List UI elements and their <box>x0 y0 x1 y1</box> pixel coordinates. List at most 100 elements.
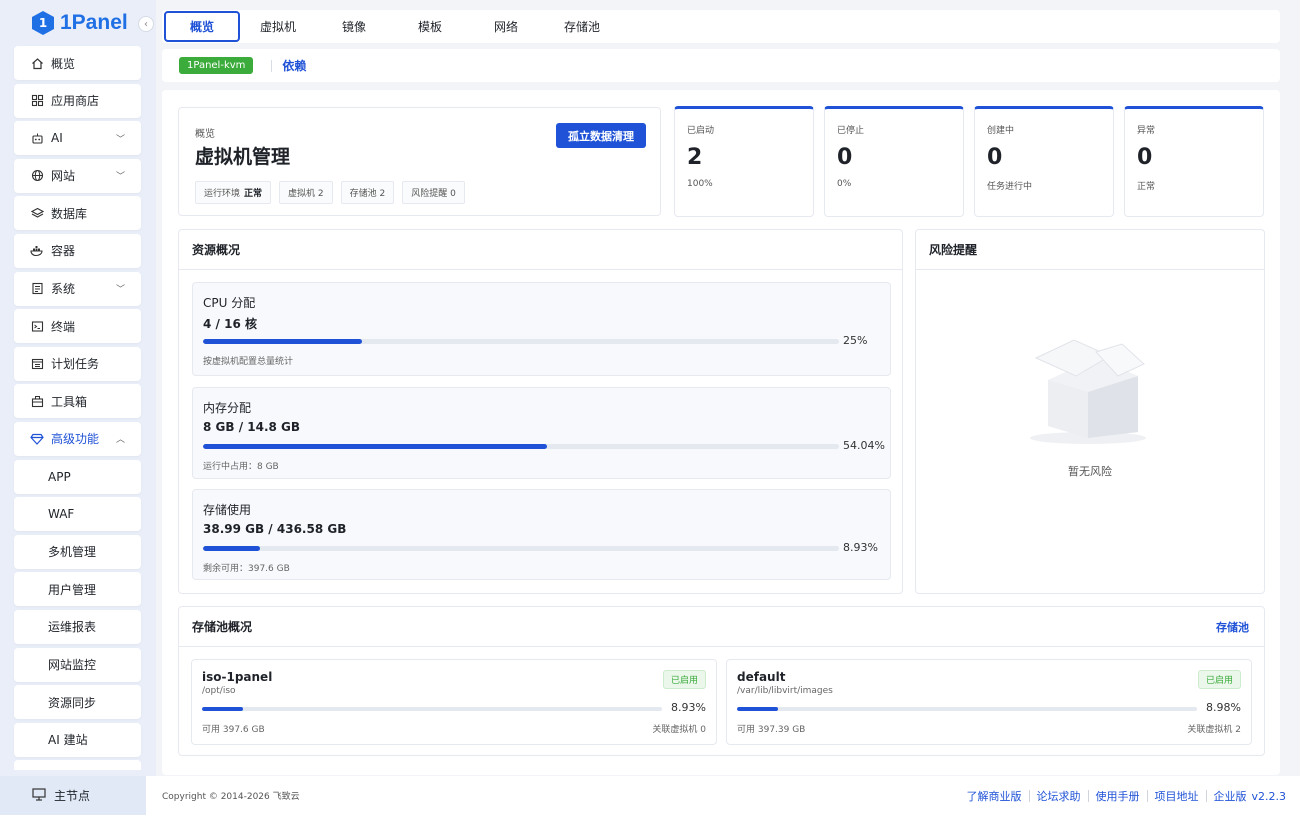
globe-icon <box>30 169 44 183</box>
page-title: 虚拟机管理 <box>195 146 291 168</box>
sidebar-item-system[interactable]: 系统 ﹀ <box>14 271 141 306</box>
resource-progress-fill <box>203 444 547 449</box>
stat-value: 0 <box>837 145 853 170</box>
sidebar-item-overview[interactable]: 概览 <box>14 46 141 80</box>
footer-divider <box>1087 790 1089 802</box>
stat-sub: 100% <box>687 179 713 189</box>
sidebar-subitem-app[interactable]: APP <box>14 459 141 494</box>
stat-value: 0 <box>1137 145 1153 170</box>
chevron-down-icon: ﹀ <box>115 172 125 183</box>
stat-label: 已启动 <box>687 126 715 136</box>
stat-value: 2 <box>687 145 703 170</box>
stat-card: 异常 0 正常 <box>1124 106 1264 217</box>
main-content: 概览 虚拟机管理 孤立数据清理 运行环境 正常 虚拟机 2 存储池 2 风险提醒 0 已… <box>162 90 1280 775</box>
stat-sub: 0% <box>837 179 852 189</box>
layers-icon <box>30 206 44 220</box>
resource-note: 按虚拟机配置总量统计 <box>203 357 294 367</box>
storage-pool-card[interactable]: iso-1panel/opt/iso 已启用 8.93% 可用 397.6 GB 关联虚… <box>191 659 717 745</box>
sidebar-item-cron[interactable]: 计划任务 <box>14 346 141 381</box>
sidebar-item-label: 高级功能 <box>51 432 100 447</box>
tab-0[interactable]: 概览 <box>164 11 240 42</box>
overview-tags: 运行环境 正常 虚拟机 2 存储池 2 风险提醒 0 <box>195 181 465 204</box>
robot-icon <box>30 131 44 145</box>
tab-1[interactable]: 虚拟机 <box>240 11 316 42</box>
pool-name: iso-1panel <box>202 670 273 684</box>
pool-progress-bar <box>202 707 662 711</box>
sidebar-item-label: 计划任务 <box>51 357 100 372</box>
orphan-cleanup-button[interactable]: 孤立数据清理 <box>556 123 646 148</box>
footer-link[interactable]: 项目地址 <box>1155 788 1199 804</box>
resource-progress-bar <box>203 546 839 551</box>
collapse-sidebar-chevron-left-icon[interactable]: ‹ <box>138 16 154 32</box>
sidebar-subitem-waf[interactable]: WAF <box>14 497 141 532</box>
sidebar-item-ai[interactable]: AI ﹀ <box>14 121 141 156</box>
dependency-link[interactable]: 依赖 <box>282 57 306 74</box>
calendar-icon <box>30 357 44 371</box>
sidebar-item-label: 工具箱 <box>51 394 88 409</box>
sidebar-item-advanced[interactable]: 高级功能 ︿ <box>14 421 141 456</box>
node-switch-button[interactable]: 主节点 <box>0 776 146 815</box>
stat-card: 创建中 0 任务进行中 <box>974 106 1114 217</box>
footer-link[interactable]: 论坛求助 <box>1037 788 1081 804</box>
overview-tag-value: 正常 <box>244 189 263 199</box>
sidebar-item-website[interactable]: 网站 ﹀ <box>14 158 141 193</box>
resource-progress-bar <box>203 339 839 344</box>
resource-progress-bar <box>203 444 839 449</box>
sidebar-item-appstore[interactable]: 应用商店 <box>14 83 141 118</box>
pool-progress-bar <box>737 707 1197 711</box>
kvm-tag[interactable]: 1Panel-kvm <box>179 57 254 74</box>
storage-pool-panel-title: 存储池概况 <box>179 607 1264 647</box>
version-label[interactable]: v2.2.3 <box>1252 790 1287 803</box>
sidebar-subitem-ai-site[interactable]: AI 建站 <box>14 722 141 757</box>
pool-progress-fill <box>737 707 779 711</box>
sidebar-item-container[interactable]: 容器 <box>14 233 141 268</box>
sidebar-item-label: 概览 <box>51 56 76 71</box>
sidebar-item-label: WAF <box>48 507 75 522</box>
sidebar-item-label: 容器 <box>51 244 76 259</box>
sidebar-item-terminal[interactable]: 终端 <box>14 309 141 344</box>
pool-path: /var/lib/libvirt/images <box>737 686 833 696</box>
brand-logo[interactable]: 1 1Panel <box>32 10 128 36</box>
stat-label: 已停止 <box>837 126 865 136</box>
storage-pool-panel: 存储池概况 存储池 iso-1panel/opt/iso 已启用 8.93% 可用 3… <box>178 606 1265 756</box>
stat-sub: 正常 <box>1137 182 1156 192</box>
risk-panel-title: 风险提醒 <box>916 230 1264 270</box>
footer-link[interactable]: 企业版 <box>1214 788 1247 804</box>
overview-tag: 虚拟机 2 <box>279 181 333 204</box>
logo-hex-icon: 1 <box>32 11 54 35</box>
sidebar: 1 1Panel ‹ 概览应用商店 AI ﹀ 网站 ﹀ 数据库容器系统 ﹀ 终端计划任务工具箱… <box>0 0 156 815</box>
tab-2[interactable]: 镜像 <box>316 11 392 42</box>
overview-card: 概览 虚拟机管理 孤立数据清理 运行环境 正常 虚拟机 2 存储池 2 风险提醒 0 <box>178 107 661 216</box>
sidebar-subitem-users[interactable]: 用户管理 <box>14 572 141 607</box>
sidebar-item-toolbox[interactable]: 工具箱 <box>14 384 141 419</box>
divider <box>271 59 273 72</box>
resource-card: 存储使用 38.99 GB / 436.58 GB 8.93% 剩余可用：397.6 … <box>192 489 891 580</box>
stat-sub: 任务进行中 <box>987 182 1033 192</box>
tab-5[interactable]: 存储池 <box>544 11 620 42</box>
pool-available: 可用 397.6 GB <box>202 725 265 735</box>
sub-bar: 1Panel-kvm 依赖 <box>162 49 1280 82</box>
sidebar-subitem-reports[interactable]: 运维报表 <box>14 609 141 644</box>
pool-vm-count: 关联虚拟机 2 <box>1187 725 1241 735</box>
tab-3[interactable]: 模板 <box>392 11 468 42</box>
monitor-icon <box>32 787 46 804</box>
sidebar-subitem-sync[interactable]: 资源同步 <box>14 685 141 720</box>
stat-card: 已启动 2 100% <box>674 106 814 217</box>
overview-label: 概览 <box>195 129 215 140</box>
sidebar-item-database[interactable]: 数据库 <box>14 196 141 231</box>
sidebar-subitem-multi-node[interactable]: 多机管理 <box>14 534 141 569</box>
footer-link[interactable]: 使用手册 <box>1096 788 1140 804</box>
resource-progress-fill <box>203 339 362 344</box>
sidebar-item-clipped[interactable] <box>14 760 141 771</box>
resource-title: 内存分配 <box>203 401 252 415</box>
tab-4[interactable]: 网络 <box>468 11 544 42</box>
sidebar-menu: 概览应用商店 AI ﹀ 网站 ﹀ 数据库容器系统 ﹀ 终端计划任务工具箱高级功能 ︿ APP WAF… <box>14 46 141 771</box>
sidebar-subitem-monitor[interactable]: 网站监控 <box>14 647 141 682</box>
footer-link[interactable]: 了解商业版 <box>967 788 1022 804</box>
copyright-text: Copyright © 2014-2026 飞致云 <box>162 792 300 802</box>
resource-percent: 25% <box>843 334 868 347</box>
pool-percent: 8.98% <box>1206 701 1241 714</box>
storage-pool-link[interactable]: 存储池 <box>1216 619 1249 635</box>
pool-progress-fill <box>202 707 244 711</box>
storage-pool-card[interactable]: default/var/lib/libvirt/images 已启用 8.98% 可用… <box>726 659 1252 745</box>
